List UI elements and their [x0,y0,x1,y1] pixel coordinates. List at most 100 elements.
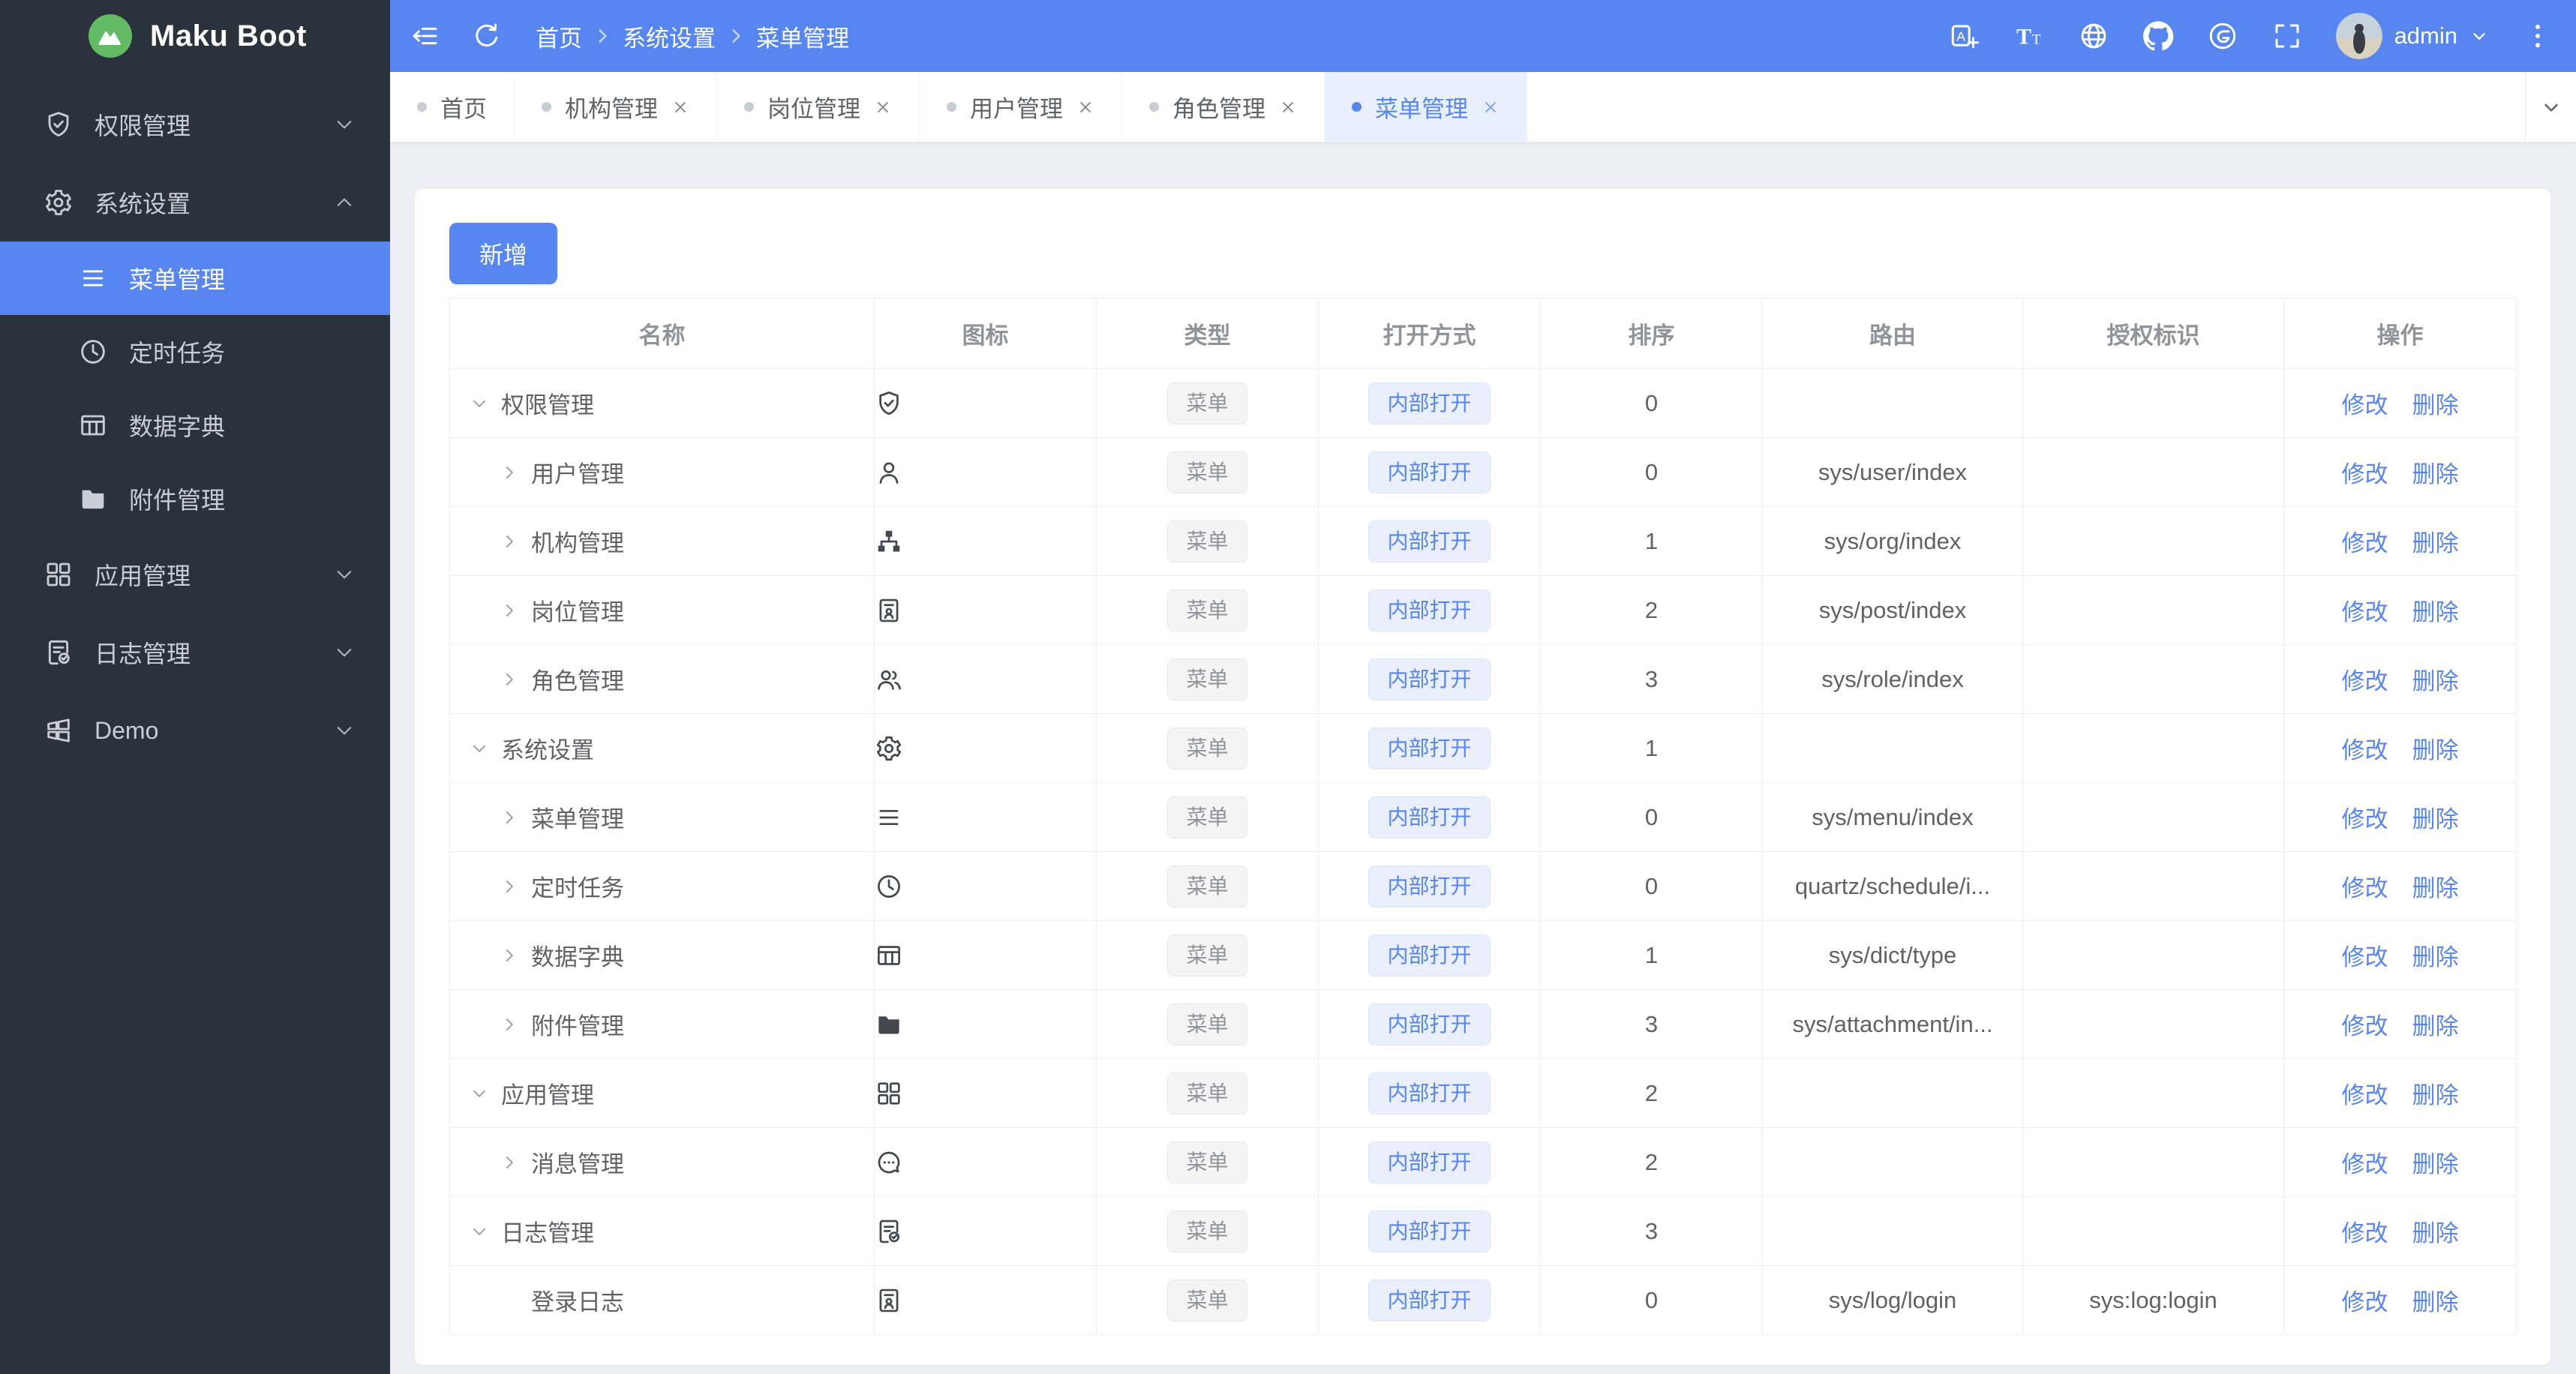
delete-link[interactable]: 删除 [2412,392,2459,418]
delete-link[interactable]: 删除 [2412,1151,2459,1178]
edit-link[interactable]: 修改 [2342,737,2388,764]
cell-open-mode: 内部打开 [1318,1196,1541,1266]
chevron-right-icon[interactable] [497,1012,522,1037]
add-button[interactable]: 新增 [449,223,558,284]
breadcrumb-system-settings[interactable]: 系统设置 [623,20,716,53]
tab-overflow-dropdown[interactable] [2525,72,2576,142]
cell-auth [2022,1127,2284,1197]
collapse-sidebar-icon[interactable] [410,20,441,52]
delete-link[interactable]: 删除 [2412,668,2459,694]
chevron-right-icon[interactable] [497,1150,522,1175]
delete-link[interactable]: 删除 [2412,599,2459,626]
edit-link[interactable]: 修改 [2342,944,2388,970]
edit-link[interactable]: 修改 [2342,875,2388,902]
edit-link[interactable]: 修改 [2342,1013,2388,1040]
tab-label: 岗位管理 [767,96,860,122]
chevron-right-icon[interactable] [497,874,522,899]
chevron-right-icon[interactable] [497,460,522,485]
edit-link[interactable]: 修改 [2342,1289,2388,1316]
cell-open-mode: 内部打开 [1318,713,1541,783]
font-size-icon[interactable]: TT [2013,20,2045,52]
edit-link[interactable]: 修改 [2342,668,2388,694]
tab-org[interactable]: 机构管理 [515,72,717,142]
user-menu[interactable]: admin [2335,13,2489,59]
fullscreen-icon[interactable] [2271,20,2303,52]
sidebar-item-system-settings[interactable]: 系统设置 [0,164,390,242]
chevron-right-icon[interactable] [497,943,522,968]
menu-lines-icon [78,263,108,293]
menu-name-label: 附件管理 [531,1013,624,1040]
sidebar-item-permission[interactable]: 权限管理 [0,86,390,164]
refresh-icon[interactable] [471,20,503,52]
chevron-right-icon[interactable] [497,667,522,692]
gitee-icon[interactable] [2207,20,2238,52]
tab-menu[interactable]: 菜单管理 [1325,72,1527,142]
cell-route [1762,1127,2023,1197]
menu-name-label: 角色管理 [531,668,624,694]
tab-user[interactable]: 用户管理 [920,72,1122,142]
edit-link[interactable]: 修改 [2342,1151,2388,1178]
delete-link[interactable]: 删除 [2412,461,2459,488]
sidebar-item-demo[interactable]: Demo [0,692,390,770]
tab-post[interactable]: 岗位管理 [717,72,920,142]
app-logo[interactable]: Maku Boot [0,0,390,72]
edit-link[interactable]: 修改 [2342,530,2388,556]
language-globe-icon[interactable] [2078,20,2109,52]
edit-link[interactable]: 修改 [2342,599,2388,626]
sidebar-subitem-data-dictionary[interactable]: 数据字典 [0,388,390,462]
delete-link[interactable]: 删除 [2412,806,2459,832]
delete-link[interactable]: 删除 [2412,1220,2459,1246]
cell-name: 岗位管理 [449,575,875,645]
cell-type: 菜单 [1096,506,1319,576]
edit-link[interactable]: 修改 [2342,1220,2388,1246]
type-tag: 菜单 [1167,727,1247,770]
close-icon[interactable] [1279,98,1297,116]
clock-icon [875,872,1096,901]
close-icon[interactable] [874,98,892,116]
chevron-down-icon[interactable] [467,1219,492,1244]
delete-link[interactable]: 删除 [2412,944,2459,970]
cell-name: 定时任务 [449,851,875,921]
chevron-down-icon[interactable] [467,391,492,416]
tab-home[interactable]: 首页 [390,72,515,142]
cell-open-mode: 内部打开 [1318,368,1541,438]
edit-link[interactable]: 修改 [2342,461,2388,488]
delete-link[interactable]: 删除 [2412,530,2459,556]
sidebar-subitem-attachment-management[interactable]: 附件管理 [0,462,390,536]
edit-link[interactable]: 修改 [2342,1082,2388,1108]
delete-link[interactable]: 删除 [2412,875,2459,902]
cell-type: 菜单 [1096,920,1319,990]
sidebar-subitem-scheduled-tasks[interactable]: 定时任务 [0,315,390,388]
breadcrumb-menu-management[interactable]: 菜单管理 [756,20,849,53]
svg-text:T: T [2016,25,2031,50]
chevron-down-icon[interactable] [467,1081,492,1106]
chevron-down-icon[interactable] [467,736,492,761]
sidebar-item-log-management[interactable]: 日志管理 [0,614,390,692]
more-options-icon[interactable] [2522,20,2553,52]
close-icon[interactable] [1076,98,1094,116]
delete-link[interactable]: 删除 [2412,1082,2459,1108]
tab-role[interactable]: 角色管理 [1122,72,1325,142]
menu-name-label: 数据字典 [531,944,624,970]
github-icon[interactable] [2142,20,2174,52]
delete-link[interactable]: 删除 [2412,737,2459,764]
edit-link[interactable]: 修改 [2342,806,2388,832]
chevron-right-icon[interactable] [497,529,522,554]
type-tag: 菜单 [1167,520,1247,562]
sidebar-item-app-management[interactable]: 应用管理 [0,536,390,614]
breadcrumb: 首页 系统设置 菜单管理 [536,20,849,53]
translate-icon[interactable]: A [1949,20,1980,52]
close-icon[interactable] [671,98,689,116]
delete-link[interactable]: 删除 [2412,1289,2459,1316]
breadcrumb-home[interactable]: 首页 [536,20,582,53]
sidebar-subitem-menu-management[interactable]: 菜单管理 [0,242,390,315]
chevron-right-icon[interactable] [497,805,522,830]
close-icon[interactable] [1482,98,1500,116]
cell-type: 菜单 [1096,713,1319,783]
cell-auth [2022,437,2284,507]
tab-dot-icon [1149,102,1159,112]
delete-link[interactable]: 删除 [2412,1013,2459,1040]
chevron-right-icon[interactable] [497,598,522,623]
edit-link[interactable]: 修改 [2342,392,2388,418]
cell-type: 菜单 [1096,1127,1319,1197]
